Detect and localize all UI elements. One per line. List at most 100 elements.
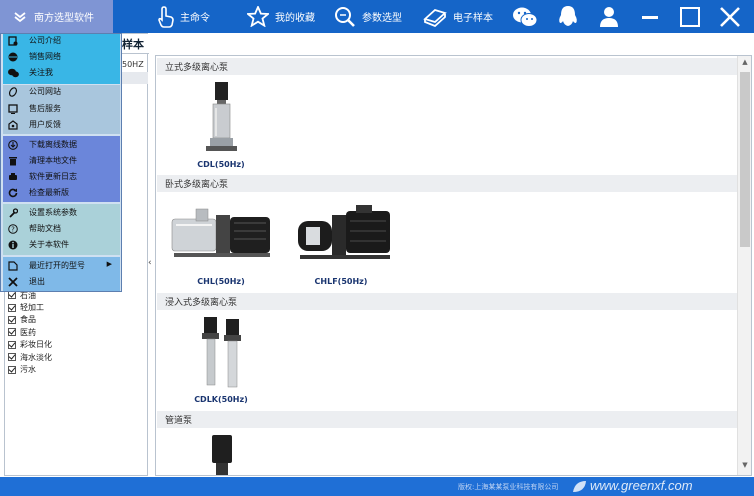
menu-item-settings[interactable]: 设置系统参数 <box>3 206 120 219</box>
product-label: CHLF(50Hz) <box>314 277 368 286</box>
after-sales-icon <box>7 103 19 115</box>
scroll-thumb[interactable] <box>740 72 750 247</box>
download-icon <box>7 139 19 151</box>
minimize-button[interactable] <box>637 4 663 29</box>
website-icon <box>7 86 19 98</box>
product-label: CDL(50Hz) <box>197 160 245 169</box>
product-card[interactable]: CHL(50Hz) <box>166 201 276 291</box>
param-select-button[interactable]: 参数选型 <box>334 0 402 33</box>
menu-item-about[interactable]: 关于本软件 <box>3 238 120 251</box>
menu-item-follow-me[interactable]: 关注我 <box>3 66 120 79</box>
menu-group-service: 公司网站 售后服务 用户反馈 <box>3 85 120 134</box>
copyright-text: 版权:上海某某泵业科技有限公司 <box>458 483 559 491</box>
company-intro-icon <box>7 35 19 47</box>
submenu-arrow-icon: ▶ <box>106 260 112 268</box>
menu-item-label: 关于本软件 <box>29 240 69 249</box>
main-menu-label: 主命令 <box>180 13 210 24</box>
catalog-tab[interactable]: 样本 <box>122 34 149 54</box>
checkbox-label: 彩妆日化 <box>20 340 52 350</box>
menu-item-label: 软件更新日志 <box>29 172 77 181</box>
industry-checkbox[interactable]: 污水 <box>8 363 52 375</box>
industry-checkbox[interactable]: 彩妆日化 <box>8 339 52 351</box>
scroll-up-arrow-icon[interactable]: ▲ <box>738 58 751 70</box>
wechat-icon <box>513 7 538 27</box>
menu-item-company-intro[interactable]: 公司介绍 <box>3 34 120 47</box>
catalog-tab-label: 样本 <box>122 37 144 51</box>
e-catalog-label: 电子样本 <box>453 13 493 24</box>
menu-item-exit[interactable]: 退出 <box>3 275 120 288</box>
favorites-button[interactable]: 我的收藏 <box>247 0 315 33</box>
menu-group-company: 公司介绍 销售网络 关注我 <box>3 34 120 84</box>
search-icon <box>335 6 355 27</box>
menu-item-website[interactable]: 公司网站 <box>3 85 120 98</box>
status-bar: 版权:上海某某泵业科技有限公司 www.greenxf.com <box>0 477 754 496</box>
industry-checkbox[interactable]: 海水淡化 <box>8 351 52 363</box>
industry-checkbox[interactable]: 医药 <box>8 326 52 338</box>
svg-text:?: ? <box>11 225 15 233</box>
frequency-label: 50HZ <box>122 59 144 69</box>
menu-item-label: 销售网络 <box>29 52 61 61</box>
recent-icon <box>7 260 19 272</box>
checkbox-checked[interactable] <box>8 328 16 337</box>
menu-item-clean-local[interactable]: 清理本地文件 <box>3 154 120 167</box>
menu-item-download-offline[interactable]: 下载离线数据 <box>3 138 120 151</box>
e-catalog-button[interactable]: 电子样本 <box>423 0 493 33</box>
checkbox-checked[interactable] <box>8 365 16 374</box>
checkbox-checked[interactable] <box>8 315 16 324</box>
user-button[interactable] <box>596 4 622 29</box>
feedback-icon <box>7 119 19 131</box>
menu-group-system: 设置系统参数 ? 帮助文档 关于本软件 <box>3 204 120 255</box>
menu-item-update-log[interactable]: 软件更新日志 <box>3 170 120 183</box>
industry-filter-list: 石油 轻加工 食品 医药 彩妆日化 海水淡化 污水 <box>8 289 52 376</box>
section-header: 卧式多级离心泵 <box>157 175 737 192</box>
menu-item-recent-models[interactable]: 最近打开的型号 ▶ <box>3 259 120 272</box>
scroll-down-arrow-icon[interactable]: ▼ <box>738 461 751 473</box>
maximize-button[interactable] <box>677 4 703 29</box>
checkbox-label: 海水淡化 <box>20 352 52 362</box>
checkbox-checked[interactable] <box>8 291 16 300</box>
checkbox-checked[interactable] <box>8 303 16 312</box>
immersion-pump-image <box>202 317 241 388</box>
menu-item-help[interactable]: ? 帮助文档 <box>3 222 120 235</box>
hand-pointer-icon <box>158 5 174 28</box>
horizontal-pump-image <box>171 208 270 257</box>
menu-item-after-sales[interactable]: 售后服务 <box>3 102 120 115</box>
industry-checkbox[interactable]: 食品 <box>8 314 52 326</box>
vertical-pump-image <box>206 82 237 151</box>
refresh-icon <box>7 187 19 199</box>
menu-item-label: 售后服务 <box>29 104 61 113</box>
qq-button[interactable] <box>555 4 581 29</box>
info-icon <box>7 239 19 251</box>
wechat-button[interactable] <box>512 4 538 29</box>
app-dropdown-menu: 公司介绍 销售网络 关注我 公司网站 售后服务 用户反馈 下载离线数据 清理本地… <box>0 33 122 292</box>
close-icon <box>720 6 740 27</box>
product-card[interactable] <box>166 433 276 475</box>
favorites-label: 我的收藏 <box>275 13 315 24</box>
app-menu-button[interactable]: 南方选型软件 <box>0 0 113 33</box>
checkbox-checked[interactable] <box>8 353 16 362</box>
update-log-icon <box>7 171 19 183</box>
menu-item-sales-network[interactable]: 销售网络 <box>3 50 120 63</box>
help-icon: ? <box>7 223 19 235</box>
collapse-panel-button[interactable]: ‹ <box>148 258 152 268</box>
product-card[interactable]: CDLK(50Hz) <box>166 315 276 409</box>
main-menu-button[interactable]: 主命令 <box>158 0 210 33</box>
menu-item-label: 检查最新版 <box>29 188 69 197</box>
menu-item-feedback[interactable]: 用户反馈 <box>3 118 120 131</box>
product-card[interactable]: CHLF(50Hz) <box>286 197 396 291</box>
industry-checkbox[interactable]: 轻加工 <box>8 301 52 313</box>
product-label: CHL(50Hz) <box>197 277 245 286</box>
close-button[interactable] <box>717 4 743 29</box>
menu-item-label: 用户反馈 <box>29 120 61 129</box>
section-header: 浸入式多级离心泵 <box>157 293 737 310</box>
menu-item-label: 清理本地文件 <box>29 156 77 165</box>
vertical-scrollbar[interactable]: ▲ ▼ <box>737 56 751 475</box>
product-card[interactable]: CDL(50Hz) <box>166 80 276 176</box>
settings-icon <box>7 207 19 219</box>
product-label: CDLK(50Hz) <box>194 395 248 404</box>
clean-icon <box>7 155 19 167</box>
menu-item-label: 公司介绍 <box>29 36 61 45</box>
menu-item-check-update[interactable]: 检查最新版 <box>3 186 120 199</box>
star-icon <box>247 6 269 27</box>
checkbox-checked[interactable] <box>8 340 16 349</box>
